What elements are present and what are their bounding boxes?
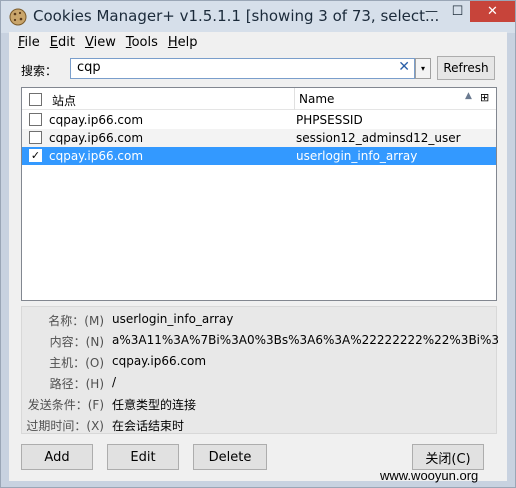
edit-button[interactable]: Edit [107, 444, 179, 470]
column-header-name[interactable]: Name [299, 92, 334, 106]
row-checkbox[interactable] [29, 113, 42, 126]
window-client: File Edit View Tools Help 搜索： cqp ✕ ▾ Re… [9, 32, 507, 481]
add-button[interactable]: Add [21, 444, 93, 470]
detail-content-row: 内容：(N) a%3A11%3A%7Bi%3A0%3Bs%3A6%3A%2222… [22, 330, 498, 350]
detail-accesskey: (H) [85, 377, 104, 391]
detail-label: 主机： [49, 356, 86, 370]
cookie-row[interactable]: cqpay.ip66.com session12_adminsd12_user [22, 129, 496, 147]
watermark: www.wooyun.org [380, 468, 479, 483]
detail-accesskey: (X) [86, 419, 104, 433]
cookie-row[interactable]: cqpay.ip66.com PHPSESSID [22, 111, 496, 129]
delete-button[interactable]: Delete [193, 444, 267, 470]
cookie-site: cqpay.ip66.com [49, 149, 144, 163]
cookie-name: PHPSESSID [296, 113, 363, 127]
detail-host-row: 主机：(O) cqpay.ip66.com [22, 351, 498, 371]
column-separator[interactable] [294, 88, 295, 110]
detail-name-value[interactable]: userlogin_info_array [112, 312, 498, 326]
refresh-button[interactable]: Refresh [437, 56, 495, 80]
menu-file[interactable]: File [13, 32, 45, 54]
select-all-checkbox[interactable] [29, 93, 42, 106]
menu-edit[interactable]: Edit [45, 32, 80, 54]
detail-label: 路径： [49, 377, 86, 391]
cookie-name: userlogin_info_array [296, 149, 418, 163]
menu-help[interactable]: Help [163, 32, 203, 54]
detail-accesskey: (N) [85, 335, 104, 349]
close-window-button[interactable]: ✕ [470, 1, 515, 22]
cookie-name: session12_adminsd12_user [296, 131, 461, 145]
window-title: Cookies Manager+ v1.5.1.1 [showing 3 of … [33, 7, 440, 25]
detail-label: 名称： [48, 314, 85, 328]
row-checkbox[interactable] [29, 131, 42, 144]
search-value: cqp [77, 60, 101, 75]
sort-ascending-icon: ▲ [465, 91, 472, 101]
maximize-button[interactable]: ☐ [445, 1, 470, 22]
detail-accesskey: (F) [87, 398, 104, 412]
cookie-list[interactable]: 站点 Name ▲ ⊞ cqpay.ip66.com PHPSESSID cqp… [21, 87, 497, 301]
menu-tools[interactable]: Tools [121, 32, 163, 54]
detail-sendfor-row: 发送条件：(F) 任意类型的连接 [22, 393, 498, 413]
app-window: Cookies Manager+ v1.5.1.1 [showing 3 of … [0, 0, 516, 488]
detail-accesskey: (M) [84, 314, 104, 328]
cookie-app-icon [9, 8, 27, 26]
detail-sendfor-value[interactable]: 任意类型的连接 [112, 396, 498, 413]
detail-path-value[interactable]: / [112, 375, 498, 389]
column-picker-icon[interactable]: ⊞ [480, 91, 489, 104]
detail-label: 发送条件： [27, 398, 88, 412]
search-label: 搜索： [21, 64, 58, 78]
row-checkbox[interactable]: ✓ [29, 149, 42, 162]
menu-view[interactable]: View [80, 32, 121, 54]
cookie-site: cqpay.ip66.com [49, 113, 144, 127]
search-input[interactable]: cqp ✕ [70, 58, 415, 79]
column-header-site[interactable]: 站点 [52, 92, 76, 109]
detail-content-value[interactable]: a%3A11%3A%7Bi%3A0%3Bs%3A6%3A%22222222%22… [112, 333, 498, 347]
list-header: 站点 Name ▲ ⊞ [22, 88, 496, 110]
detail-host-value[interactable]: cqpay.ip66.com [112, 354, 498, 368]
cookie-row-selected[interactable]: ✓ cqpay.ip66.com userlogin_info_array [22, 147, 496, 165]
search-history-dropdown[interactable]: ▾ [415, 58, 431, 79]
cookie-details-panel: 名称：(M) userlogin_info_array 内容：(N) a%3A1… [21, 306, 498, 434]
detail-path-row: 路径：(H) / [22, 372, 498, 392]
menu-bar: File Edit View Tools Help [9, 32, 507, 54]
detail-expires-value[interactable]: 在会话结束时 [112, 417, 498, 434]
detail-name-row: 名称：(M) userlogin_info_array [22, 309, 498, 329]
detail-accesskey: (O) [85, 356, 104, 370]
minimize-button[interactable]: — [418, 1, 445, 22]
title-bar[interactable]: Cookies Manager+ v1.5.1.1 [showing 3 of … [1, 1, 515, 33]
detail-label: 内容： [49, 335, 86, 349]
detail-expires-row: 过期时间：(X) 在会话结束时 [22, 414, 498, 434]
close-button[interactable]: 关闭(C) [412, 444, 484, 470]
cookie-site: cqpay.ip66.com [49, 131, 144, 145]
clear-search-icon[interactable]: ✕ [398, 59, 410, 75]
detail-label: 过期时间： [26, 419, 87, 433]
